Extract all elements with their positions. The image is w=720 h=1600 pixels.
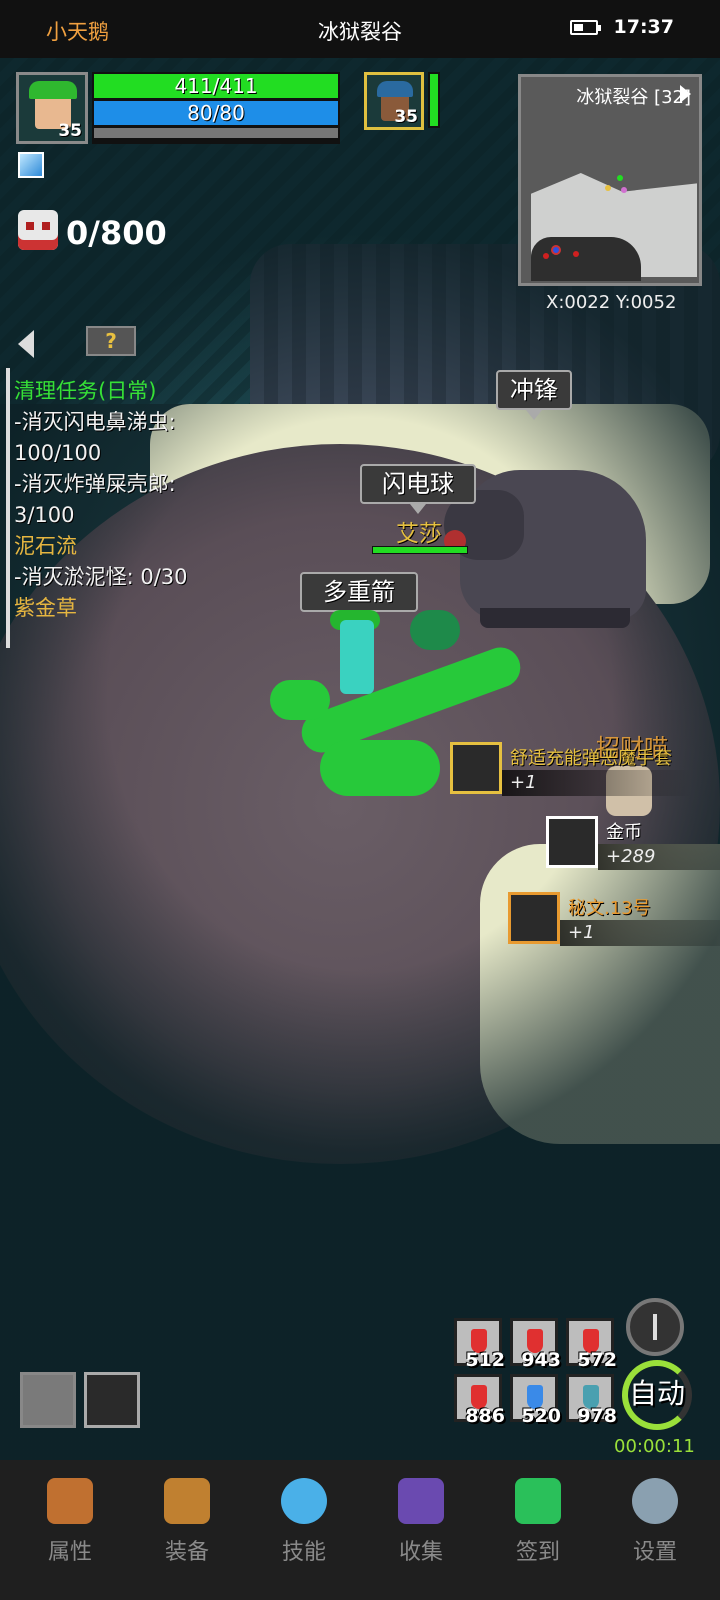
nav-label: 签到 xyxy=(515,1540,560,1565)
player-character[interactable] xyxy=(340,620,374,694)
auto-battle-button[interactable]: 自动 xyxy=(622,1360,692,1430)
potion-slot[interactable]: 572 xyxy=(566,1318,617,1371)
hp-bar: 411/411 xyxy=(94,74,338,98)
wolf-skill-icon[interactable] xyxy=(84,1372,140,1428)
minimap-npc-dot xyxy=(621,187,627,193)
quest-line: 泥石流 xyxy=(14,534,77,558)
player-level: 35 xyxy=(58,121,82,141)
nav-item-helmet[interactable]: 属性 xyxy=(10,1478,130,1566)
skill-orb-icon xyxy=(281,1478,327,1524)
green-serpent-head xyxy=(270,680,330,720)
loot-qty: +289 xyxy=(606,846,656,867)
nav-label: 收集 xyxy=(398,1540,443,1565)
potion-count: 978 xyxy=(577,1405,617,1427)
skill-bubble-multishot: 多重箭 xyxy=(300,572,418,622)
bottom-nav: 属性 装备 技能 收集 签到 设置 xyxy=(0,1460,720,1600)
battery-icon xyxy=(570,20,601,35)
minimap-enemy-dot xyxy=(573,251,579,257)
nav-item-gear[interactable]: 设置 xyxy=(595,1478,715,1566)
quest-help-button[interactable]: ? xyxy=(86,326,136,356)
minimap-ally-dot xyxy=(605,185,611,191)
nav-label: 技能 xyxy=(281,1540,326,1565)
skill-bubble-charge: 冲锋 xyxy=(496,370,572,420)
xp-bar xyxy=(94,128,338,138)
skill-bubble-lightning: 闪电球 xyxy=(360,464,476,514)
mp-text: 80/80 xyxy=(187,101,245,125)
empty-skill-slot[interactable] xyxy=(20,1372,76,1428)
nav-label: 装备 xyxy=(164,1540,209,1565)
book-icon xyxy=(398,1478,444,1524)
demon-skull-icon xyxy=(18,210,58,250)
minimap-player-dot xyxy=(617,175,623,181)
green-serpent-coil xyxy=(320,740,440,796)
quest-list[interactable]: 清理任务(日常) -消灭闪电鼻涕虫: 100/100 -消灭炸弹屎壳郎: 3/100 泥石… xyxy=(14,376,224,624)
loot-name: 金币 xyxy=(606,822,642,843)
pet-hair-icon xyxy=(377,81,413,97)
potion-count: 512 xyxy=(465,1349,505,1371)
quest-line: 紫金草 xyxy=(14,596,77,620)
pet-hp-bar xyxy=(428,72,440,128)
player-bars: 411/411 80/80 xyxy=(92,72,340,144)
player-portrait[interactable]: 35 xyxy=(16,72,88,144)
minimap-title: 冰狱裂谷 [32] xyxy=(576,87,691,108)
nav-label: 设置 xyxy=(632,1540,677,1565)
green-serpent-head xyxy=(410,610,460,650)
gold-coins-icon xyxy=(546,816,598,868)
potion-slot[interactable]: 943 xyxy=(510,1318,561,1371)
gear-icon xyxy=(632,1478,678,1524)
hp-text: 411/411 xyxy=(174,74,258,98)
minimap-expand-icon[interactable] xyxy=(680,85,691,103)
minimap-portal-dot xyxy=(551,245,561,255)
pet-portrait[interactable]: 35 xyxy=(364,72,424,130)
clock: 17:37 xyxy=(613,16,674,38)
nav-item-bag[interactable]: 装备 xyxy=(127,1478,247,1566)
map-name: 冰狱裂谷 xyxy=(318,20,402,44)
auto-timer: 00:00:11 xyxy=(614,1436,695,1457)
ice-buff-icon[interactable] xyxy=(18,152,44,178)
nav-item-gem[interactable]: 签到 xyxy=(478,1478,598,1566)
quest-line: 清理任务(日常) xyxy=(14,379,157,403)
pet-level: 35 xyxy=(394,107,418,127)
potion-slot[interactable]: 886 xyxy=(454,1374,505,1427)
loot-qty: +1 xyxy=(510,772,537,793)
gray-bear-enemy[interactable] xyxy=(444,470,646,628)
nav-item-skill-orb[interactable]: 技能 xyxy=(244,1478,364,1566)
green-cap-icon xyxy=(29,81,77,99)
minimap-water xyxy=(531,237,641,281)
potion-slot[interactable]: 520 xyxy=(510,1374,561,1427)
potion-count: 572 xyxy=(577,1349,617,1371)
helmet-icon xyxy=(47,1478,93,1524)
loot-name: 秘文.13号 xyxy=(568,898,651,919)
minimap-enemy-dot xyxy=(543,253,549,259)
glove-icon xyxy=(450,742,502,794)
map-coordinates: X:0022 Y:0052 xyxy=(546,292,677,313)
potion-count: 943 xyxy=(521,1349,561,1371)
quest-line: -消灭淤泥怪: 0/30 xyxy=(14,565,188,589)
ally-name: 艾莎 xyxy=(396,521,442,547)
potion-slot[interactable]: 978 xyxy=(566,1374,617,1427)
quest-collapse-button[interactable] xyxy=(18,330,34,358)
loot-qty: +1 xyxy=(568,922,595,943)
cycle-target-button[interactable] xyxy=(626,1298,684,1356)
quest-panel-divider xyxy=(6,368,10,648)
nav-item-book[interactable]: 收集 xyxy=(361,1478,481,1566)
status-bar: 小天鹅 冰狱裂谷 17:37 xyxy=(0,0,720,58)
quest-line: 3/100 xyxy=(14,503,75,527)
quest-line: -消灭闪电鼻涕虫: xyxy=(14,410,176,434)
ally-hp-bar xyxy=(372,546,468,554)
potion-count: 520 xyxy=(521,1405,561,1427)
bag-icon xyxy=(164,1478,210,1524)
mp-bar: 80/80 xyxy=(94,101,338,125)
potion-slot[interactable]: 512 xyxy=(454,1318,505,1371)
quest-line: -消灭炸弹屎壳郎: xyxy=(14,472,176,496)
potion-count: 886 xyxy=(465,1405,505,1427)
gem-icon xyxy=(515,1478,561,1524)
quest-line: 100/100 xyxy=(14,441,102,465)
kill-count: 0/800 xyxy=(66,214,167,252)
loot-name: 舒适充能弹恶魔手套 xyxy=(510,748,672,769)
nav-label: 属性 xyxy=(47,1540,92,1565)
rune-scroll-icon xyxy=(508,892,560,944)
bear-legs xyxy=(480,608,630,628)
minimap[interactable]: 冰狱裂谷 [32] xyxy=(518,74,702,286)
